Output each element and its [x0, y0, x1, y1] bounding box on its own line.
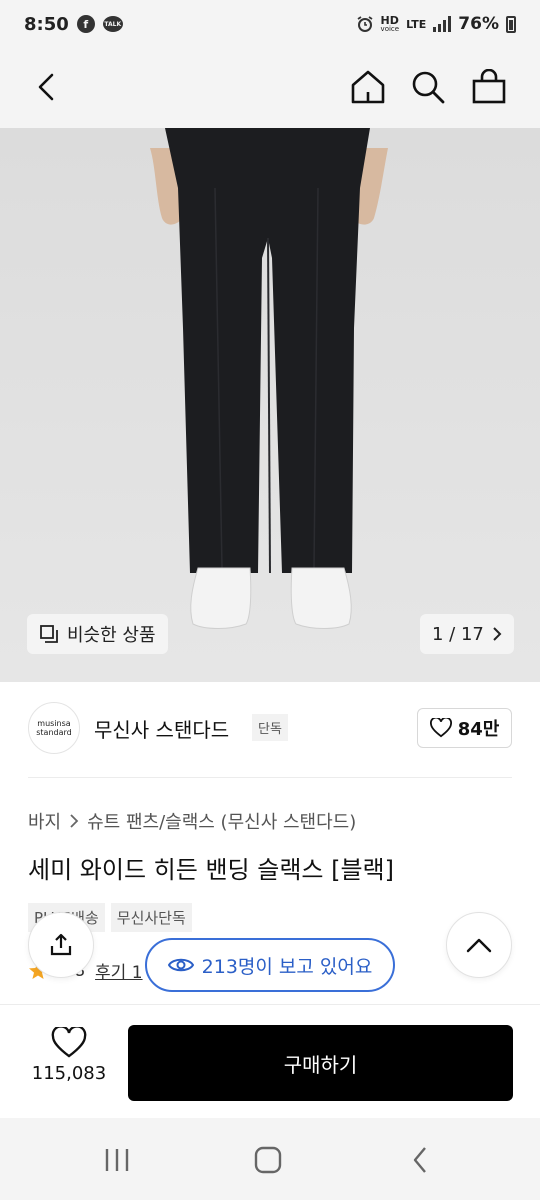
brand-name[interactable]: 무신사 스탠다드	[94, 714, 229, 743]
chevron-right-icon	[493, 627, 502, 641]
breadcrumb: 바지 슈트 팬츠/슬랙스 (무신사 스탠다드)	[28, 808, 356, 834]
product-title: 세미 와이드 히든 밴딩 슬랙스 [블랙]	[28, 856, 394, 884]
kakaotalk-icon: TALK	[102, 16, 123, 32]
heart-icon	[51, 1027, 87, 1058]
share-button[interactable]	[28, 912, 94, 978]
product-photo	[0, 128, 540, 682]
system-nav-bar	[0, 1118, 540, 1200]
brand-logo-line1: musinsa	[37, 718, 71, 728]
bottom-action-bar: 115,083 구매하기	[0, 1004, 540, 1118]
wishlist-button[interactable]: 115,083	[24, 1027, 114, 1084]
voice-label: voice	[380, 25, 400, 33]
battery-icon	[506, 15, 516, 33]
share-icon	[50, 933, 72, 956]
home-icon[interactable]	[343, 62, 393, 112]
back-icon[interactable]	[22, 62, 72, 112]
brand-logo-line2: standard	[36, 728, 72, 737]
eye-icon	[167, 958, 194, 972]
brand-row[interactable]: musinsa standard 무신사 스탠다드 단독 84만	[0, 682, 540, 778]
review-link[interactable]: 후기 1	[95, 958, 143, 983]
similar-products-icon	[40, 625, 58, 643]
shopping-bag-icon[interactable]	[464, 62, 514, 112]
brand-like-button[interactable]: 84만	[417, 708, 512, 748]
battery-percent: 76%	[458, 14, 499, 34]
product-image-carousel[interactable]: 비슷한 상품 1 / 17	[0, 128, 540, 682]
search-icon[interactable]	[403, 62, 453, 112]
brand-like-count: 84만	[457, 719, 500, 740]
heart-icon	[429, 718, 452, 738]
back-nav-icon[interactable]	[390, 1140, 450, 1180]
tag-exclusive: 무신사단독	[110, 903, 192, 932]
facebook-icon: f	[76, 15, 95, 33]
breadcrumb-category[interactable]: 바지	[28, 808, 61, 834]
similar-products-button[interactable]: 비슷한 상품	[27, 614, 168, 654]
viewers-count-pill: 213명이 보고 있어요	[145, 938, 395, 992]
signal-icon	[433, 16, 452, 32]
lte-indicator: LTE	[406, 17, 427, 31]
divider	[28, 777, 512, 778]
image-counter[interactable]: 1 / 17	[420, 614, 514, 654]
brand-logo[interactable]: musinsa standard	[28, 702, 80, 754]
home-nav-icon[interactable]	[238, 1140, 298, 1180]
alarm-icon	[357, 16, 373, 32]
recent-apps-icon[interactable]	[87, 1140, 147, 1180]
breadcrumb-subcategory[interactable]: 슈트 팬츠/슬랙스 (무신사 스탠다드)	[87, 808, 356, 834]
chevron-up-icon	[466, 938, 492, 953]
scroll-top-button[interactable]	[446, 912, 512, 978]
viewers-count-text: 213명이 보고 있어요	[201, 955, 373, 978]
similar-products-label: 비슷한 상품	[67, 625, 156, 646]
status-bar: 8:50 f TALK HD voice LTE 76%	[0, 0, 540, 48]
chevron-right-icon	[70, 814, 79, 828]
hd-voice-indicator: HD voice	[381, 15, 400, 33]
image-counter-text: 1 / 17	[432, 623, 484, 645]
buy-button[interactable]: 구매하기	[128, 1025, 513, 1101]
wishlist-count: 115,083	[31, 1063, 107, 1084]
exclusive-badge: 단독	[252, 714, 288, 741]
status-time: 8:50	[24, 13, 69, 35]
top-header	[0, 48, 540, 128]
